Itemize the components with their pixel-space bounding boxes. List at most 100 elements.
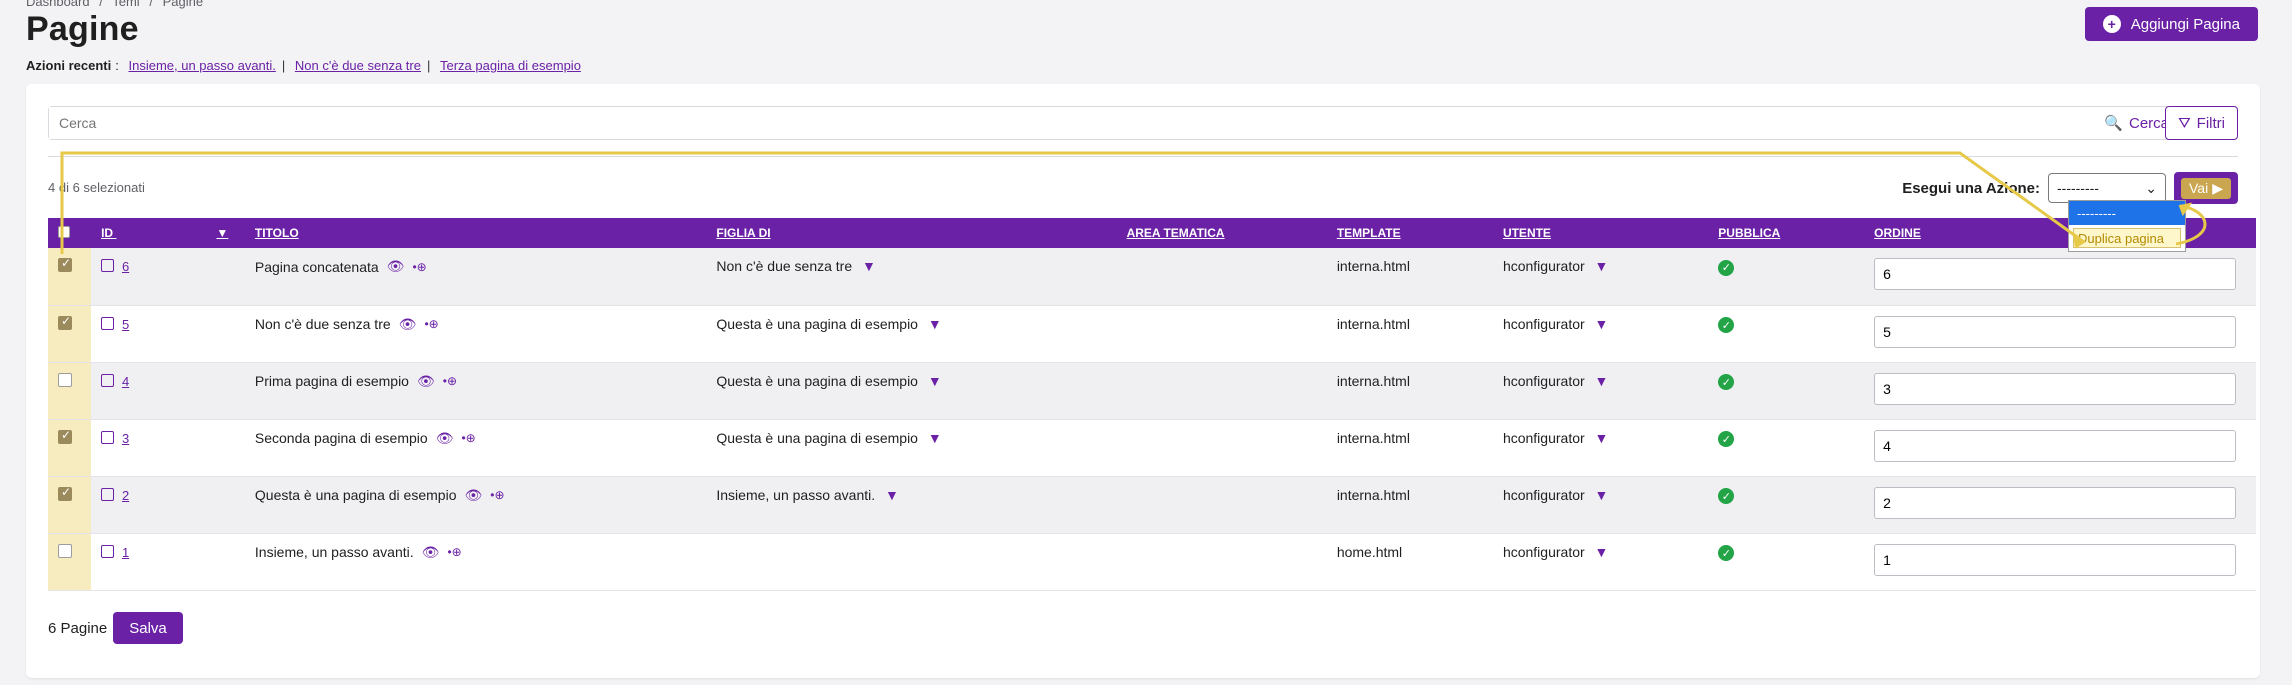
divider xyxy=(48,156,2238,157)
row-checkbox[interactable] xyxy=(58,372,72,387)
id-cell: 4 xyxy=(91,362,245,420)
id-cell: 3 xyxy=(91,419,245,477)
row-title: Insieme, un passo avanti. xyxy=(254,544,414,560)
select-all-checkbox[interactable] xyxy=(58,225,70,238)
eye-icon[interactable]: 👁 xyxy=(422,544,440,561)
search-input[interactable] xyxy=(49,107,2091,139)
filter-icon[interactable]: ▼ xyxy=(1595,430,1609,446)
row-select-cell xyxy=(48,419,92,477)
dropdown-option[interactable]: --------- xyxy=(2069,201,2185,225)
area-cell xyxy=(1116,305,1327,363)
move-icon[interactable]: •⊕ xyxy=(424,317,438,331)
row-id-link[interactable]: 1 xyxy=(122,545,129,560)
recent-actions-label: Azioni recenti xyxy=(26,58,112,73)
public-cell: ✓ xyxy=(1708,305,1865,363)
filter-icon[interactable]: ▼ xyxy=(1595,316,1609,332)
row-checkbox[interactable] xyxy=(58,256,72,272)
filter-icon[interactable]: ▼ xyxy=(1595,544,1609,560)
edit-icon[interactable] xyxy=(101,373,115,387)
eye-icon[interactable]: 👁 xyxy=(464,487,482,504)
row-select-cell xyxy=(48,362,92,420)
order-cell xyxy=(1864,248,2256,306)
order-cell xyxy=(1864,476,2256,534)
edit-icon[interactable] xyxy=(101,316,115,330)
play-icon: ▶ xyxy=(2212,179,2223,196)
user-cell: hconfigurator ▼ xyxy=(1492,419,1709,477)
filters-button[interactable]: ⛛ Filtri xyxy=(2165,106,2238,140)
row-user: hconfigurator xyxy=(1502,258,1585,274)
sort-arrow-icon[interactable]: ▼ xyxy=(216,226,228,240)
dropdown-option[interactable]: Duplica pagina xyxy=(2073,228,2181,248)
edit-icon[interactable] xyxy=(101,430,115,444)
title-cell: Insieme, un passo avanti. 👁 •⊕ xyxy=(244,533,707,591)
table-header-template[interactable]: TEMPLATE xyxy=(1326,218,1493,248)
move-icon[interactable]: •⊕ xyxy=(443,374,457,388)
table-header-pubblica[interactable]: PUBBLICA xyxy=(1708,218,1865,248)
area-cell xyxy=(1116,248,1327,306)
table-header-figlia-di[interactable]: FIGLIA DI xyxy=(706,218,1117,248)
check-circle-icon: ✓ xyxy=(1718,488,1735,504)
filter-icon[interactable]: ▼ xyxy=(1595,373,1609,389)
filter-icon[interactable]: ▼ xyxy=(1595,487,1609,503)
order-input[interactable] xyxy=(1874,543,2237,576)
filter-icon[interactable]: ▼ xyxy=(1595,258,1609,274)
breadcrumb-item[interactable]: Dashboard xyxy=(26,0,90,9)
title-cell: Questa è una pagina di esempio 👁 •⊕ xyxy=(244,476,707,534)
row-checkbox[interactable] xyxy=(58,428,72,444)
order-input[interactable] xyxy=(1874,258,2237,290)
filter-icon[interactable]: ▼ xyxy=(885,487,899,503)
table-header-id[interactable]: ID ▼ xyxy=(91,218,245,248)
eye-icon[interactable]: 👁 xyxy=(436,430,454,447)
table-header-area-tematica[interactable]: AREA TEMATICA xyxy=(1116,218,1327,248)
action-select[interactable]: --------- ⌄ xyxy=(2048,173,2166,203)
title-cell: Non c'è due senza tre 👁 •⊕ xyxy=(244,305,707,363)
edit-icon[interactable] xyxy=(101,544,115,558)
eye-icon[interactable]: 👁 xyxy=(399,316,417,333)
page-count: 6 Pagine xyxy=(48,619,108,637)
add-page-button[interactable]: + Aggiungi Pagina xyxy=(2084,7,2258,41)
move-icon[interactable]: •⊕ xyxy=(412,260,426,274)
row-select-cell xyxy=(48,248,92,306)
row-title: Prima pagina di esempio xyxy=(254,373,409,389)
row-id-link[interactable]: 6 xyxy=(122,259,129,274)
table-header-titolo[interactable]: TITOLO xyxy=(244,218,707,248)
recent-action-link[interactable]: Non c'è due senza tre xyxy=(295,58,421,73)
title-cell: Seconda pagina di esempio 👁 •⊕ xyxy=(244,419,707,477)
recent-action-link[interactable]: Terza pagina di esempio xyxy=(440,58,581,73)
move-icon[interactable]: •⊕ xyxy=(461,431,475,445)
table-header-utente[interactable]: UTENTE xyxy=(1492,218,1709,248)
filter-icon[interactable]: ▼ xyxy=(862,258,876,274)
recent-action-link[interactable]: Insieme, un passo avanti. xyxy=(128,58,275,73)
row-id-link[interactable]: 4 xyxy=(122,374,129,389)
table-header-ordine[interactable]: ORDINE xyxy=(1864,218,2256,248)
edit-icon[interactable] xyxy=(101,487,115,501)
row-select-cell xyxy=(48,476,92,534)
filter-icon[interactable]: ▼ xyxy=(928,430,942,446)
save-button[interactable]: Salva xyxy=(113,612,183,644)
row-select-cell xyxy=(48,305,92,363)
order-input[interactable] xyxy=(1874,315,2237,348)
edit-icon[interactable] xyxy=(101,259,115,272)
filter-icon[interactable]: ▼ xyxy=(928,373,942,389)
check-circle-icon: ✓ xyxy=(1718,545,1735,561)
row-checkbox[interactable] xyxy=(58,543,72,558)
eye-icon[interactable]: 👁 xyxy=(417,373,435,390)
row-id-link[interactable]: 5 xyxy=(122,317,129,332)
filter-icon[interactable]: ▼ xyxy=(928,316,942,332)
order-input[interactable] xyxy=(1874,429,2237,462)
order-input[interactable] xyxy=(1874,372,2237,405)
public-cell: ✓ xyxy=(1708,533,1865,591)
row-checkbox[interactable] xyxy=(58,485,72,501)
order-input[interactable] xyxy=(1874,486,2237,519)
row-parent: Insieme, un passo avanti. xyxy=(716,486,876,503)
move-icon[interactable]: •⊕ xyxy=(490,488,504,502)
id-cell: 2 xyxy=(91,476,245,534)
row-id-link[interactable]: 3 xyxy=(122,431,129,446)
breadcrumb-item[interactable]: Temi xyxy=(112,0,139,9)
move-icon[interactable]: •⊕ xyxy=(447,545,461,559)
row-id-link[interactable]: 2 xyxy=(122,488,129,503)
table-row: 2 Questa è una pagina di esempio 👁 •⊕ In… xyxy=(48,476,2256,534)
area-cell xyxy=(1116,476,1327,534)
eye-icon[interactable]: 👁 xyxy=(387,258,405,275)
row-checkbox[interactable] xyxy=(58,314,72,330)
